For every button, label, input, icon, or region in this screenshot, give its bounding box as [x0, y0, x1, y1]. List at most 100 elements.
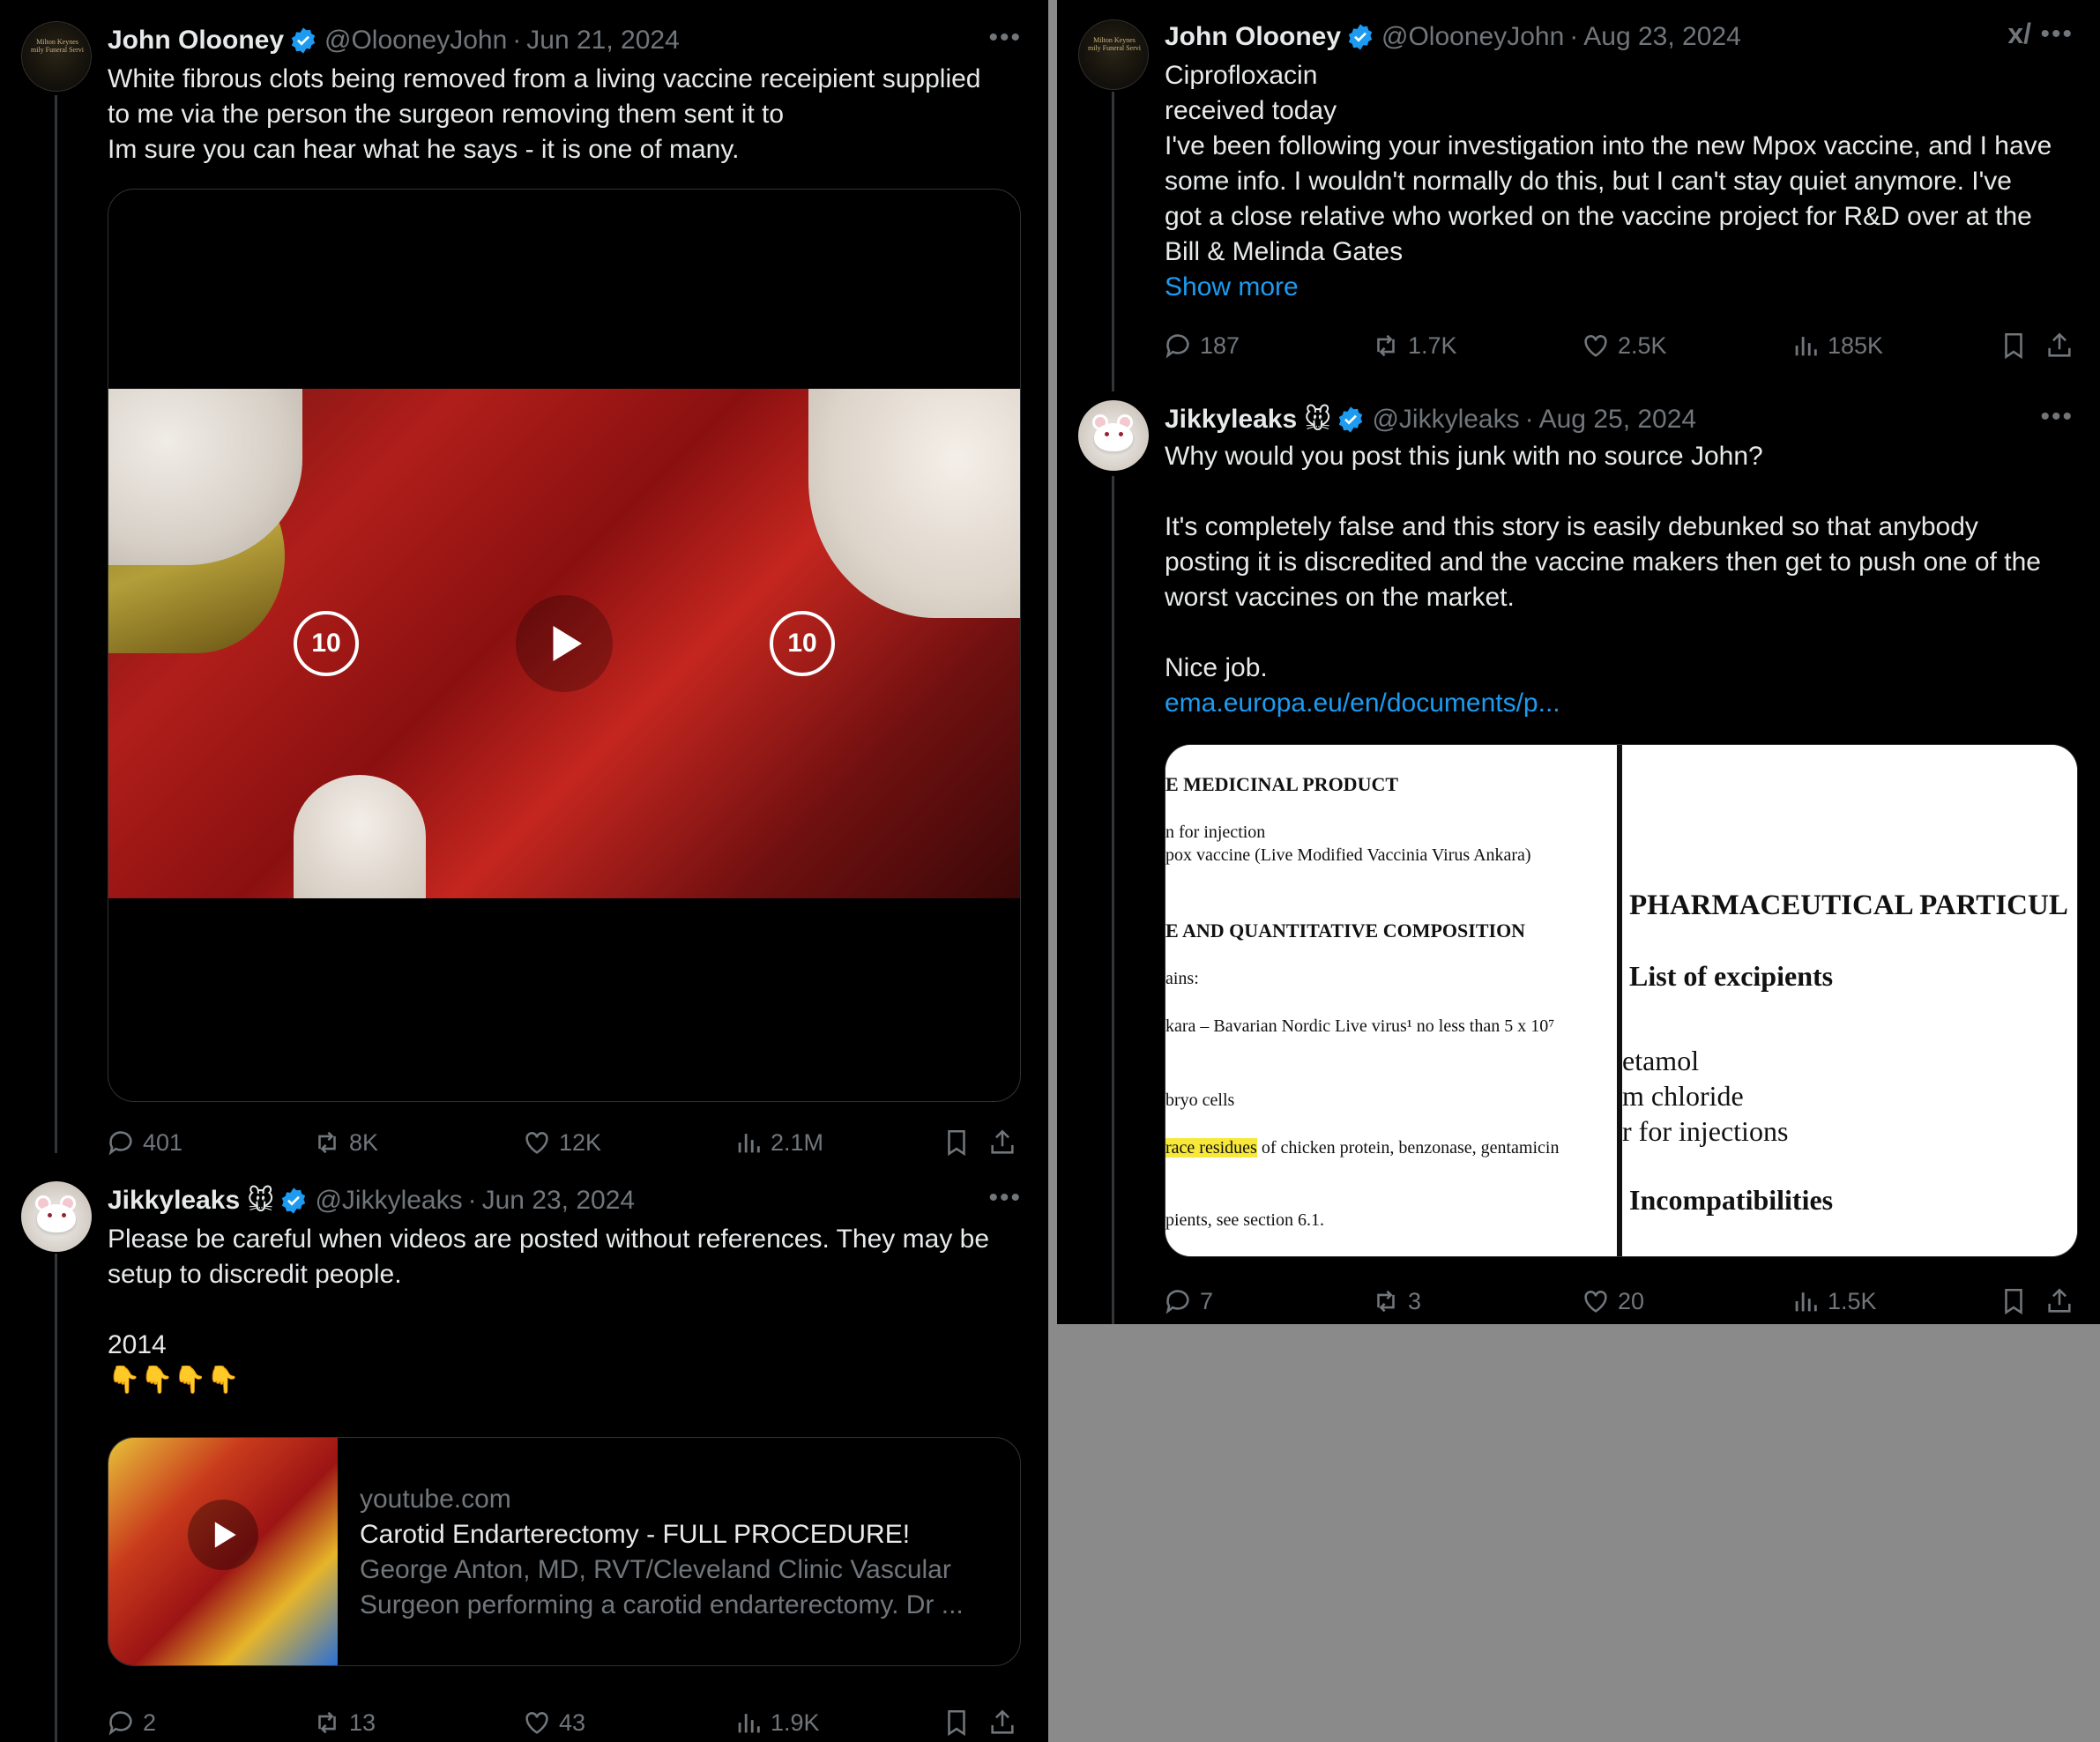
tweet-date[interactable]: Jun 23, 2024 — [482, 1186, 635, 1216]
author-name[interactable]: Jikkyleaks — [108, 1186, 240, 1216]
bookmark-button[interactable] — [1999, 331, 2036, 361]
share-button[interactable] — [987, 1708, 1024, 1738]
share-button[interactable] — [2044, 331, 2081, 361]
repost-button[interactable]: 1.7K — [1371, 331, 1457, 361]
author-handle[interactable]: @OlooneyJohn — [1381, 22, 1564, 52]
forward-10-icon[interactable]: 10 — [770, 611, 835, 676]
verified-badge-icon — [1339, 406, 1363, 433]
doc-line: ains: — [1165, 969, 1199, 988]
heart-icon — [1584, 1291, 1607, 1313]
author-handle[interactable]: @Jikkyleaks — [315, 1186, 462, 1216]
reply-button[interactable]: 187 — [1163, 331, 1240, 361]
author-handle[interactable]: @Jikkyleaks — [1372, 405, 1519, 435]
video-scene-glove — [808, 389, 1020, 618]
tweet-actions: 401 8K 12K 2.1M — [106, 1125, 1031, 1160]
right-thread-panel: Milton Keynes mily Funeral Servi John Ol… — [1057, 0, 2100, 1324]
avatar-john[interactable]: Milton Keynes mily Funeral Servi — [1078, 19, 1149, 90]
tweet-text: White fibrous clots being removed from a… — [108, 64, 981, 164]
doc-line: n for injection — [1165, 823, 1266, 842]
link-card-youtube[interactable]: youtube.com Carotid Endarterectomy - FUL… — [108, 1437, 1021, 1666]
views-icon — [1795, 337, 1817, 356]
views-button[interactable]: 1.9K — [734, 1708, 820, 1738]
doc-heading: List of excipients — [1629, 960, 1834, 992]
author-name[interactable]: John Olooney — [108, 26, 284, 56]
avatar-mouse-eye — [48, 1213, 52, 1217]
avatar-mouse-body — [1094, 423, 1133, 451]
mouse-emoji: 🐭 — [1304, 405, 1332, 435]
views-button[interactable]: 185K — [1791, 331, 1883, 361]
doc-line: r for injections — [1622, 1115, 1789, 1147]
views-button[interactable]: 1.5K — [1791, 1286, 1877, 1316]
more-options-icon[interactable]: ••• — [2040, 402, 2074, 432]
tweet-john-jun21[interactable]: Milton Keynes mily Funeral Servi John Ol… — [0, 0, 1048, 1172]
play-button[interactable] — [516, 595, 613, 692]
avatar-jikkyleaks[interactable] — [1078, 400, 1149, 471]
like-button[interactable]: 20 — [1581, 1286, 1644, 1316]
avatar-john-logo: Milton Keynes mily Funeral Servi — [1088, 36, 1141, 52]
share-button[interactable] — [2044, 1286, 2081, 1316]
tweet-text: Ciprofloxacin received today I've been f… — [1165, 61, 2052, 266]
bookmark-icon — [948, 1129, 965, 1157]
tweet-date[interactable]: Jun 21, 2024 — [526, 26, 679, 56]
like-button[interactable]: 12K — [522, 1128, 601, 1158]
tweet-jikky-aug25[interactable]: Jikkyleaks 🐭 @Jikkyleaks · Aug 25, 2024 … — [1057, 398, 2100, 1324]
heart-icon — [525, 1712, 548, 1734]
rewind-10-icon[interactable]: 10 — [294, 611, 359, 676]
doc-heading: PHARMACEUTICAL PARTICUL — [1629, 890, 2068, 921]
like-count: 2.5K — [1618, 331, 1667, 359]
document-image[interactable]: E MEDICINAL PRODUCT n for injection pox … — [1165, 744, 2078, 1257]
views-icon — [1795, 1292, 1817, 1312]
card-play-icon — [188, 1500, 258, 1570]
author-name[interactable]: John Olooney — [1165, 22, 1341, 52]
reply-button[interactable]: 2 — [106, 1708, 156, 1738]
doc-line: pients, see section 6.1. — [1165, 1210, 1324, 1230]
views-icon — [738, 1134, 760, 1153]
author-name[interactable]: Jikkyleaks — [1165, 405, 1297, 435]
reply-count: 401 — [143, 1128, 183, 1156]
author-handle[interactable]: @OlooneyJohn — [324, 26, 507, 56]
bookmark-button[interactable] — [942, 1708, 979, 1738]
separator-dot: · — [467, 1186, 477, 1215]
grok-icon[interactable]: x/ — [2007, 18, 2031, 50]
repost-button[interactable]: 13 — [312, 1708, 376, 1738]
video-player[interactable]: 10 10 — [108, 189, 1021, 1102]
play-icon — [553, 626, 582, 661]
tweet-text: Please be careful when videos are posted… — [108, 1225, 990, 1395]
tweet-header: Jikkyleaks 🐭 @Jikkyleaks · Jun 23, 2024 … — [108, 1183, 1031, 1218]
view-count: 185K — [1828, 331, 1884, 359]
avatar-mouse-body — [37, 1204, 76, 1232]
repost-icon — [318, 1711, 336, 1734]
avatar-john[interactable]: Milton Keynes mily Funeral Servi — [21, 21, 92, 92]
show-more-link[interactable]: Show more — [1165, 270, 2079, 305]
tweet-date[interactable]: Aug 25, 2024 — [1539, 405, 1697, 435]
repost-button[interactable]: 8K — [312, 1128, 378, 1158]
tweet-john-aug23[interactable]: Milton Keynes mily Funeral Servi John Ol… — [1057, 0, 2100, 388]
separator-dot: · — [1569, 22, 1579, 51]
tweet-jikky-jun23[interactable]: Jikkyleaks 🐭 @Jikkyleaks · Jun 23, 2024 … — [0, 1181, 1048, 1742]
like-button[interactable]: 2.5K — [1581, 331, 1667, 361]
views-button[interactable]: 2.1M — [734, 1128, 823, 1158]
repost-button[interactable]: 3 — [1371, 1286, 1421, 1316]
more-options-icon[interactable]: ••• — [988, 23, 1022, 53]
external-link[interactable]: ema.europa.eu/en/documents/p... — [1165, 686, 2079, 721]
avatar-john-logo: Milton Keynes mily Funeral Servi — [31, 38, 84, 54]
tweet-date[interactable]: Aug 23, 2024 — [1583, 22, 1741, 52]
document-page-left: E MEDICINAL PRODUCT n for injection pox … — [1165, 745, 1617, 1256]
reply-icon — [1165, 1290, 1189, 1314]
like-count: 43 — [559, 1708, 586, 1736]
more-options-icon[interactable]: ••• — [2040, 19, 2074, 49]
like-button[interactable]: 43 — [522, 1708, 585, 1738]
reply-button[interactable]: 401 — [106, 1128, 182, 1158]
more-options-icon[interactable]: ••• — [988, 1183, 1022, 1213]
bookmark-button[interactable] — [1999, 1286, 2036, 1316]
tweet-header: John Olooney @OlooneyJohn · Aug 23, 2024… — [1165, 18, 2082, 55]
card-title: Carotid Endarterectomy - FULL PROCEDURE! — [360, 1520, 911, 1549]
card-domain: youtube.com — [360, 1485, 511, 1514]
bookmark-button[interactable] — [942, 1128, 979, 1158]
share-button[interactable] — [987, 1128, 1024, 1158]
share-icon — [991, 1709, 1014, 1734]
avatar-jikkyleaks[interactable] — [21, 1181, 92, 1252]
play-icon — [214, 1522, 236, 1548]
bookmark-icon — [2005, 1288, 2022, 1315]
reply-button[interactable]: 7 — [1163, 1286, 1213, 1316]
